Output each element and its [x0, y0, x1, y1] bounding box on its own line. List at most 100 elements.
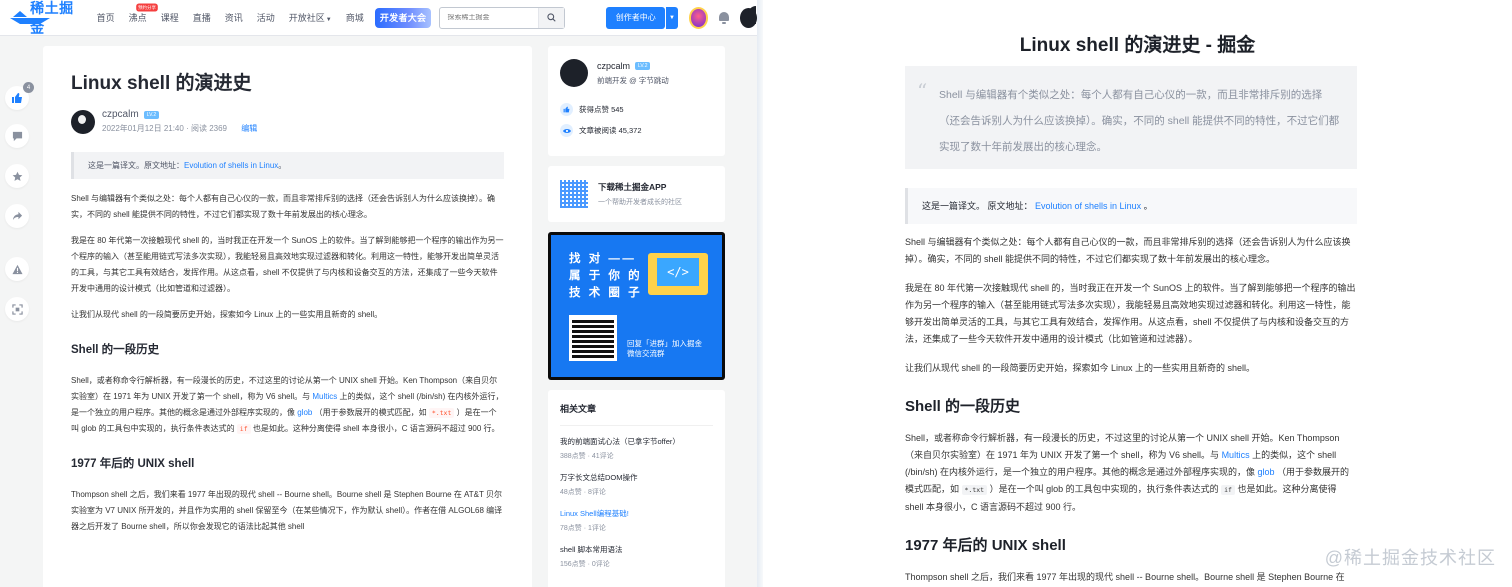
- reads-stat-label: 文章被阅读 45,372: [579, 126, 642, 135]
- article-side-actions: 4: [0, 36, 34, 587]
- watermark: @稀土掘金技术社区: [1324, 548, 1496, 568]
- reader-note-text: 这是一篇译文。 原文地址：: [922, 201, 1036, 211]
- nav-open-community[interactable]: 开放社区▼: [289, 11, 332, 24]
- juejin-page: 稀土掘金 首页 沸点 预约分享 课程 直播 资讯 活动 开放社区▼ 商城 开发者大…: [0, 0, 757, 587]
- related-item-meta: 78点赞 · 1评论: [560, 525, 606, 532]
- creator-center-button[interactable]: 创作者中心: [606, 6, 665, 29]
- thumbs-up-icon: [12, 93, 22, 103]
- author-card-role: 前端开发 @ 字节跳动: [597, 75, 669, 85]
- related-item[interactable]: 我的前端面试心法（已拿字节offer） 388点赞 · 41评论: [560, 436, 713, 461]
- translation-note-end: 。: [278, 161, 287, 170]
- download-app-card[interactable]: 下载稀土掘金APP 一个帮助开发者成长的社区: [548, 166, 725, 222]
- code-if: if: [236, 424, 251, 434]
- promo-banner[interactable]: 开发者大会: [374, 7, 432, 28]
- search-button[interactable]: [538, 7, 565, 28]
- reader-multics-link[interactable]: Multics: [1222, 450, 1250, 460]
- reader-translation-note: 这是一篇译文。 原文地址： Evolution of shells in Lin…: [905, 188, 1357, 224]
- reader-paragraph-4: Shell，或者称命令行解析器，有一段漫长的历史，不过这里的讨论从第一个 UNI…: [905, 430, 1357, 516]
- notification-bell-icon[interactable]: [718, 11, 730, 24]
- original-article-link[interactable]: Evolution of shells in Linux: [184, 161, 278, 170]
- related-item-title: 我的前端面试心法（已拿字节offer）: [560, 437, 680, 446]
- related-item-title: shell 脚本常用语法: [560, 545, 623, 554]
- nav-news[interactable]: 资讯: [225, 11, 243, 24]
- quote-mark-icon: “: [917, 79, 928, 103]
- banner-line-2: 属 于 你 的: [569, 270, 643, 282]
- comment-icon: [12, 131, 22, 141]
- reader-heading-shell-history: Shell 的一段历史: [905, 398, 1021, 415]
- likes-stat: 获得点赞 545: [560, 103, 713, 116]
- publish-date: 2022年01月12日 21:40: [102, 124, 184, 133]
- related-item-meta: 48点赞 · 8评论: [560, 489, 606, 496]
- qr-pattern: [572, 318, 614, 358]
- paragraph-4: Shell，或者称命令行解析器，有一段漫长的历史，不过这里的讨论从第一个 UNI…: [71, 373, 504, 437]
- reader-original-link[interactable]: Evolution of shells in Linux: [1035, 201, 1141, 211]
- chevron-down-icon: ▼: [669, 14, 675, 21]
- top-nav: 稀土掘金 首页 沸点 预约分享 课程 直播 资讯 活动 开放社区▼ 商城 开发者大…: [0, 0, 757, 36]
- author-avatar[interactable]: [71, 109, 95, 134]
- like-count-badge: 4: [23, 82, 34, 93]
- like-button[interactable]: 4: [5, 82, 34, 110]
- nav-home[interactable]: 首页: [97, 11, 115, 24]
- multics-link[interactable]: Multics: [312, 392, 337, 401]
- creator-menu-toggle[interactable]: ▼: [665, 6, 678, 29]
- nav-live[interactable]: 直播: [193, 11, 211, 24]
- author-card-header: czpcalm LV.2 前端开发 @ 字节跳动: [560, 59, 713, 87]
- author-name-row: czpcalm LV.2: [102, 109, 257, 120]
- vip-member-icon[interactable]: [689, 6, 709, 29]
- reader-code-txt-glob: *.txt: [961, 485, 988, 495]
- nav-course[interactable]: 课程: [161, 11, 179, 24]
- related-item-title: 万字长文总结DOM操作: [560, 473, 638, 482]
- comment-button[interactable]: [5, 124, 29, 148]
- p4-text-e: 也是如此。这种分离使得 shell 本身很小，C 语言源码不超过 900 行。: [250, 424, 500, 433]
- banner-body: 找 对 —— 属 于 你 的 技 术 圈 子 回复「进群」加入掘金 微信交流群: [551, 235, 722, 377]
- author-card-name[interactable]: czpcalm: [597, 61, 630, 71]
- banner-headline: 找 对 —— 属 于 你 的 技 术 圈 子: [569, 251, 642, 302]
- related-item[interactable]: Linux Shell编程基础! 78点赞 · 1评论: [560, 508, 713, 533]
- reader-paragraph-1: Shell 与编辑器有个类似之处：每个人都有自己心仪的一款，而且非常排斥别的选择…: [905, 237, 1351, 264]
- reader-paragraph-3: 让我们从现代 shell 的一段简要历史开始，探索如今 Linux 上的一些实用…: [905, 363, 1256, 373]
- banner-cta-line-2: 微信交流群: [627, 349, 665, 358]
- right-sidebar: czpcalm LV.2 前端开发 @ 字节跳动 获得点赞 545 文章被阅读 …: [548, 46, 725, 587]
- banner-cta: 回复「进群」加入掘金 微信交流群: [627, 339, 702, 359]
- nav-mall[interactable]: 商城: [346, 11, 364, 24]
- related-item-meta: 388点赞 · 41评论: [560, 453, 614, 460]
- article-title: Linux shell 的演进史: [71, 73, 252, 94]
- share-icon: [12, 211, 22, 220]
- reader-glob-link[interactable]: glob: [1258, 467, 1275, 477]
- edit-link[interactable]: 编辑: [241, 124, 257, 133]
- reader-summary-text: Shell 与编辑器有个类似之处：每个人都有自己心仪的一款，而且非常排斥别的选择…: [939, 89, 1340, 153]
- search-input[interactable]: [440, 14, 539, 21]
- community-ad-banner[interactable]: 找 对 —— 属 于 你 的 技 术 圈 子 回复「进群」加入掘金 微信交流群: [548, 232, 725, 380]
- article-content: Linux shell 的演进史 czpcalm LV.2 2022年01月12…: [43, 46, 532, 587]
- app-title: 下载稀土掘金APP: [598, 182, 667, 192]
- juejin-logo[interactable]: 稀土掘金: [10, 0, 80, 38]
- reader-panel-handle[interactable]: [748, 6, 756, 24]
- reads-stat: 文章被阅读 45,372: [560, 124, 713, 137]
- fullscreen-icon: [11, 303, 23, 315]
- author-name[interactable]: czpcalm: [102, 109, 139, 120]
- favorite-button[interactable]: [5, 164, 29, 188]
- reader-paragraph-5: Thompson shell 之后，我们来看 1977 年出现的现代 shell…: [905, 572, 1345, 582]
- thumbs-up-icon: [560, 103, 573, 116]
- nav-events[interactable]: 活动: [257, 11, 275, 24]
- reader-summary: “ Shell 与编辑器有个类似之处：每个人都有自己心仪的一款，而且非常排斥别的…: [905, 66, 1357, 169]
- share-button[interactable]: [5, 204, 29, 228]
- juejin-logo-icon: [10, 10, 51, 26]
- related-item[interactable]: 万字长文总结DOM操作 48点赞 · 8评论: [560, 472, 713, 497]
- reader-heading-1977-unix-shell: 1977 年后的 UNIX shell: [905, 537, 1066, 554]
- nav-pins[interactable]: 沸点 预约分享: [128, 3, 158, 24]
- focus-mode-button[interactable]: [5, 297, 29, 321]
- glob-link[interactable]: glob: [297, 408, 312, 417]
- eye-icon: [560, 124, 573, 137]
- report-button[interactable]: [5, 257, 29, 281]
- search-box: [439, 6, 566, 29]
- author-card-avatar[interactable]: [560, 59, 588, 87]
- author-card-name-row: czpcalm LV.2: [597, 61, 669, 71]
- nav-pins-label: 沸点: [128, 13, 147, 23]
- related-title: 相关文章: [560, 402, 713, 426]
- related-item[interactable]: shell 脚本常用语法 156点赞 · 0评论: [560, 544, 713, 569]
- author-card: czpcalm LV.2 前端开发 @ 字节跳动 获得点赞 545 文章被阅读 …: [548, 46, 725, 156]
- paragraph-5: Thompson shell 之后，我们来看 1977 年出现的现代 shell…: [71, 490, 503, 531]
- paragraph-2: 我是在 80 年代第一次接触现代 shell 的，当时我正在开发一个 SunOS…: [71, 236, 504, 293]
- heading-shell-history: Shell 的一段历史: [71, 344, 160, 356]
